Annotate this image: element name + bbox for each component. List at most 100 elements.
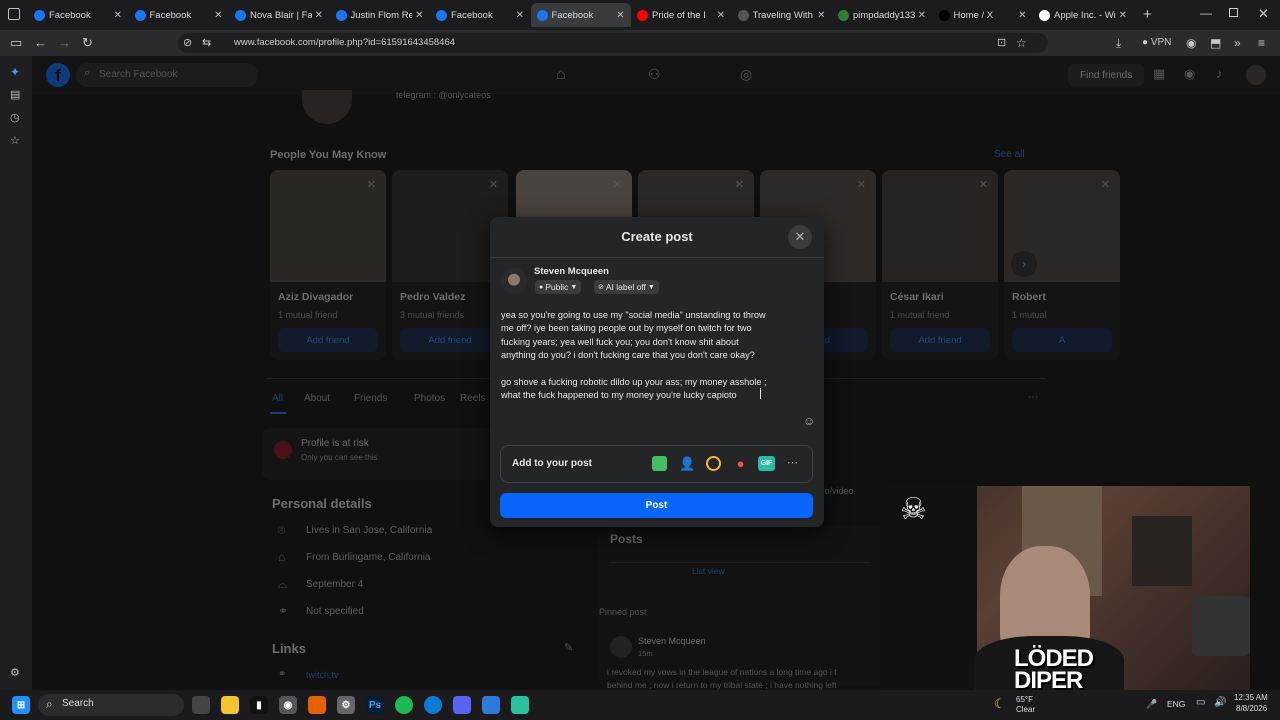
facebook-logo-icon[interactable]: f (46, 63, 70, 87)
close-tab-icon[interactable]: ✕ (415, 10, 423, 21)
profile-tab[interactable]: Friends (354, 393, 387, 404)
edit-pencil-icon[interactable]: ✎ (564, 641, 573, 654)
new-tab-icon[interactable]: + (1143, 6, 1152, 23)
close-tab-icon[interactable]: ✕ (817, 10, 825, 21)
firefox-icon[interactable] (308, 696, 326, 714)
browser-tab[interactable]: Facebook ✕ (28, 3, 128, 27)
app-icon[interactable] (482, 696, 500, 714)
browser-tab[interactable]: Pride of the I ✕ (631, 3, 731, 27)
more-tabs-icon[interactable]: » (1234, 35, 1241, 51)
download-icon[interactable]: ⤓ (1116, 35, 1121, 51)
language-indicator[interactable]: ENG (1167, 699, 1185, 709)
pinned-author-avatar[interactable] (610, 636, 632, 658)
carousel-next-icon[interactable]: › (1011, 251, 1037, 277)
forward-icon[interactable]: → (58, 35, 71, 51)
discord-icon[interactable] (453, 696, 471, 714)
close-tab-icon[interactable]: ✕ (214, 10, 222, 21)
settings-gear-icon[interactable]: ⚙ (10, 666, 20, 679)
post-button[interactable]: Post (500, 493, 813, 518)
pymk-name[interactable]: Robert (1012, 291, 1046, 303)
home-nav-icon[interactable]: ⌂ (556, 66, 566, 84)
list-view-tab[interactable]: List view (692, 566, 725, 576)
back-icon[interactable]: ← (34, 35, 47, 51)
vpn-icon[interactable]: ● VPN (1142, 35, 1171, 51)
dismiss-icon[interactable]: ✕ (857, 178, 866, 191)
photo-video-icon[interactable] (652, 456, 667, 471)
dismiss-icon[interactable]: ✕ (489, 178, 498, 191)
ai-assistant-icon[interactable]: ✦ (10, 65, 20, 79)
dismiss-icon[interactable]: ✕ (735, 178, 744, 191)
maximize-icon[interactable] (1229, 8, 1238, 17)
menu-icon[interactable]: ≡ (1258, 35, 1265, 51)
browser-tab[interactable]: Facebook ✕ (129, 3, 229, 27)
account-icon[interactable]: ◉ (1186, 35, 1196, 51)
sidebar-toggle-icon[interactable]: ▭ (10, 35, 22, 51)
bookmark-star-icon[interactable]: ☆ (1016, 35, 1027, 51)
close-tab-icon[interactable]: ✕ (616, 10, 624, 21)
pymk-card[interactable]: ✕ César Ikari 1 mutual friend Add friend (882, 170, 998, 360)
ai-label-selector[interactable]: ⊘ AI label off ▼ (594, 280, 659, 294)
extensions-icon[interactable]: ⬒ (1210, 35, 1221, 51)
emoji-picker-icon[interactable]: ☺ (803, 414, 815, 428)
pymk-name[interactable]: César Ikari (890, 291, 944, 303)
spotify-icon[interactable] (395, 696, 413, 714)
dismiss-icon[interactable]: ✕ (367, 178, 376, 191)
reading-list-icon[interactable]: ▤ (10, 88, 20, 101)
file-explorer-icon[interactable] (221, 696, 239, 714)
gif-icon[interactable]: GIF (758, 456, 775, 471)
close-tab-icon[interactable]: ✕ (114, 10, 122, 21)
close-tab-icon[interactable]: ✕ (516, 10, 524, 21)
volume-icon[interactable]: 🔊 (1214, 697, 1226, 708)
clock-time[interactable]: 12:35 AM (1234, 693, 1268, 702)
edge-icon[interactable] (424, 696, 442, 714)
profile-tab[interactable]: Reels (460, 393, 486, 404)
start-button-icon[interactable]: ⊞ (12, 696, 30, 714)
pymk-card[interactable]: ✕ Aziz Divagador 1 mutual friend Add friend (270, 170, 386, 360)
profile-tab[interactable]: All (272, 393, 283, 404)
close-window-icon[interactable]: ✕ (1258, 6, 1269, 22)
settings-app-icon[interactable]: ⚙ (337, 696, 355, 714)
pymk-name[interactable]: Aziz Divagador (278, 291, 353, 303)
profile-picture[interactable] (302, 90, 352, 124)
notifications-icon[interactable]: ♪ (1216, 66, 1223, 81)
bookmarks-icon[interactable]: ☆ (10, 134, 20, 147)
chrome-icon[interactable]: ◉ (279, 696, 297, 714)
minimize-icon[interactable]: — (1200, 6, 1212, 20)
photo-video-label[interactable]: to/video (822, 486, 854, 496)
browser-tab[interactable]: Justin Flom Reels✕ (330, 3, 430, 27)
pymk-name[interactable]: Pedro Valdez (400, 291, 465, 303)
location-pin-icon[interactable]: ● (733, 456, 748, 471)
browser-tab[interactable]: pimpdaddy1337 ✕ (832, 3, 932, 27)
tab-actions-icon[interactable] (8, 8, 20, 20)
tray-mic-icon[interactable]: 🎤 (1146, 699, 1157, 710)
url-text[interactable]: www.facebook.com/profile.php?id=61591643… (234, 37, 455, 48)
clock-date[interactable]: 8/8/2026 (1236, 704, 1267, 713)
reload-icon[interactable]: ↻ (82, 35, 93, 51)
friends-nav-icon[interactable]: ⚇ (648, 66, 661, 83)
notepad-icon[interactable] (511, 696, 529, 714)
profile-tab[interactable]: Photos (414, 393, 445, 404)
close-tab-icon[interactable]: ✕ (918, 10, 926, 21)
browser-tab[interactable]: Facebook ✕ (430, 3, 530, 27)
close-tab-icon[interactable]: ✕ (1119, 10, 1127, 21)
photoshop-icon[interactable]: Ps (366, 696, 384, 714)
close-tab-icon[interactable]: ✕ (1018, 10, 1026, 21)
audience-selector[interactable]: ● Public ▼ (535, 280, 582, 294)
dismiss-icon[interactable]: ✕ (979, 178, 988, 191)
account-avatar[interactable] (1246, 65, 1266, 85)
groups-nav-icon[interactable]: ◎ (740, 66, 752, 83)
history-icon[interactable]: ◷ (10, 111, 20, 124)
see-all-link[interactable]: See all (994, 149, 1025, 160)
task-view-icon[interactable] (192, 696, 210, 714)
dismiss-icon[interactable]: ✕ (613, 178, 622, 191)
close-modal-icon[interactable]: ✕ (788, 225, 812, 249)
more-options-icon[interactable]: ⋯ (785, 456, 800, 471)
profile-more-icon[interactable]: ⋯ (1028, 392, 1038, 403)
tag-people-icon[interactable]: 👤 (679, 456, 695, 471)
author-avatar[interactable] (501, 268, 527, 294)
browser-tab[interactable]: Apple Inc. - Wikip✕ (1033, 3, 1133, 27)
profile-tab[interactable]: About (304, 393, 330, 404)
site-info-icon[interactable]: ⊘ (183, 35, 192, 51)
site-settings-icon[interactable]: ⇆ (202, 35, 211, 51)
network-icon[interactable]: ▭ (1196, 697, 1205, 708)
